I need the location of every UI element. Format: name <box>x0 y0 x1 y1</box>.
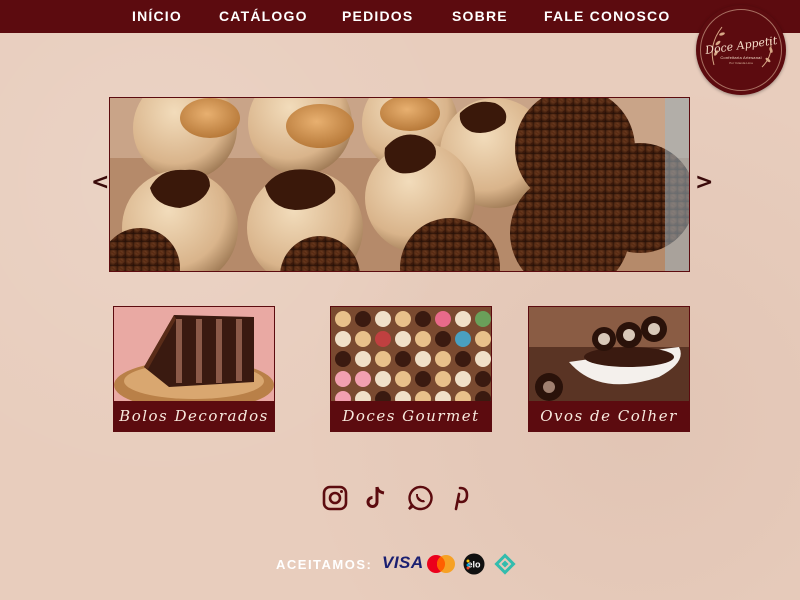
instagram-icon[interactable] <box>321 484 349 512</box>
category-card-doces[interactable]: Doces Gourmet <box>330 306 492 432</box>
category-image-ovos <box>529 307 689 403</box>
mastercard-logo <box>427 555 455 573</box>
carousel-image <box>110 98 689 271</box>
category-card-bolos[interactable]: Bolos Decorados <box>113 306 275 432</box>
category-image-doces <box>331 307 491 403</box>
nav-item-sobre[interactable]: SOBRE <box>452 8 508 24</box>
pix-logo <box>494 553 516 575</box>
nav-item-inicio[interactable]: INÍCIO <box>132 8 182 24</box>
whatsapp-icon[interactable] <box>406 484 434 512</box>
category-image-bolos <box>114 307 274 403</box>
main-nav: INÍCIO CATÁLOGO PEDIDOS SOBRE FALE CONOS… <box>0 0 800 33</box>
category-card-ovos[interactable]: Ovos de Colher <box>528 306 690 432</box>
carousel-next-button[interactable]: > <box>695 170 713 195</box>
elo-logo: elo <box>463 553 485 575</box>
category-label-ovos: Ovos de Colher <box>529 401 689 431</box>
nav-item-catalogo[interactable]: CATÁLOGO <box>219 8 308 24</box>
category-label-bolos: Bolos Decorados <box>114 401 274 431</box>
payment-label: ACEITAMOS: <box>276 557 373 572</box>
visa-logo: VISA <box>382 553 424 572</box>
nav-item-pedidos[interactable]: PEDIDOS <box>342 8 413 24</box>
tiktok-icon[interactable] <box>362 484 390 512</box>
svg-text:elo: elo <box>467 560 481 570</box>
logo-subtitle: Confeitaria Artesanal <box>720 54 762 60</box>
logo-tagline: Por Yolanda Lima <box>729 60 753 65</box>
hero-carousel <box>109 97 690 272</box>
category-label-doces: Doces Gourmet <box>331 401 491 431</box>
nav-item-fale-conosco[interactable]: FALE CONOSCO <box>544 8 670 24</box>
pinterest-icon[interactable] <box>446 484 474 512</box>
brand-logo[interactable]: Doce Appetit Confeitaria Artesanal Por Y… <box>696 5 786 95</box>
carousel-prev-button[interactable]: < <box>91 170 109 195</box>
